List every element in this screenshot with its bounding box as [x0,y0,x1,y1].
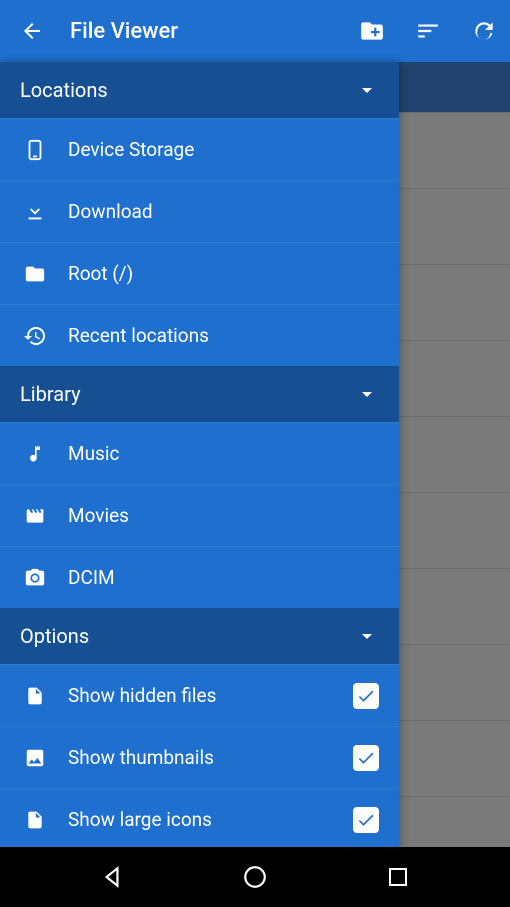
drawer-item-device-storage[interactable]: Device Storage [0,118,399,180]
section-title: Locations [20,78,108,102]
drawer-item-show-large-icons[interactable]: Show large icons [0,788,399,847]
triangle-back-icon [99,864,125,890]
drawer-item-movies[interactable]: Movies [0,484,399,546]
drawer-item-label: Device Storage [68,138,379,161]
nav-home-button[interactable] [225,857,285,897]
drawer-item-label: Movies [68,504,379,527]
drawer-item-download[interactable]: Download [0,180,399,242]
chevron-down-icon [355,382,379,406]
drawer-item-label: Show hidden files [68,684,353,707]
image-icon [24,747,46,769]
drawer-item-dcim[interactable]: DCIM [0,546,399,608]
system-navbar [0,847,510,907]
drawer-item-label: Download [68,200,379,223]
sort-icon [415,18,441,44]
drawer-item-root[interactable]: Root (/) [0,242,399,304]
folder-icon [23,263,47,285]
checkbox-hidden-files[interactable] [353,683,379,709]
drawer-item-label: Show large icons [68,808,353,831]
drawer-item-recent[interactable]: Recent locations [0,304,399,366]
movie-icon [23,506,47,526]
app-title: File Viewer [70,19,358,44]
music-icon [25,442,45,466]
check-icon [356,686,376,706]
download-icon [24,201,46,223]
drawer-item-label: Show thumbnails [68,746,353,769]
drawer-item-label: DCIM [68,566,379,589]
navigation-drawer: Locations Device Storage Download Root (… [0,62,399,847]
section-title: Options [20,624,89,648]
folder-plus-icon [359,18,385,44]
camera-icon [23,567,47,589]
section-header-options[interactable]: Options [0,608,399,664]
checkbox-large-icons[interactable] [353,807,379,833]
drawer-item-show-thumbnails[interactable]: Show thumbnails [0,726,399,788]
checkbox-thumbnails[interactable] [353,745,379,771]
check-icon [356,810,376,830]
history-icon [23,324,47,348]
app-toolbar: File Viewer [0,0,510,62]
back-button[interactable] [12,11,52,51]
circle-home-icon [242,864,268,890]
chevron-down-icon [355,78,379,102]
new-folder-button[interactable] [358,17,386,45]
sort-button[interactable] [414,17,442,45]
refresh-icon [471,18,497,44]
drawer-item-label: Root (/) [68,262,379,285]
drawer-item-label: Music [68,442,379,465]
file-icon [25,808,45,832]
section-header-locations[interactable]: Locations [0,62,399,118]
arrow-back-icon [20,19,44,43]
drawer-item-label: Recent locations [68,324,379,347]
section-title: Library [20,382,81,406]
chevron-down-icon [355,624,379,648]
phone-icon [24,136,46,164]
nav-recent-button[interactable] [368,857,428,897]
refresh-button[interactable] [470,17,498,45]
check-icon [356,748,376,768]
nav-back-button[interactable] [82,857,142,897]
file-icon [25,684,45,708]
square-recent-icon [386,865,410,889]
section-header-library[interactable]: Library [0,366,399,422]
drawer-item-show-hidden[interactable]: Show hidden files [0,664,399,726]
drawer-item-music[interactable]: Music [0,422,399,484]
